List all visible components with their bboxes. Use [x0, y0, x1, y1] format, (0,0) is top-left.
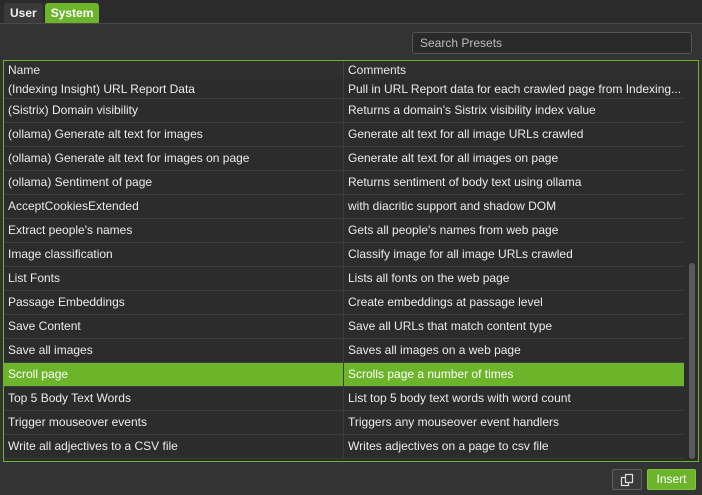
- presets-panel: Name Comments (Indexing Insight) URL Rep…: [0, 23, 702, 495]
- cell-name: Image classification: [4, 243, 344, 266]
- cell-name: Top 5 Body Text Words: [4, 387, 344, 410]
- table-row[interactable]: Top 5 Body Text Words List top 5 body tex…: [4, 387, 684, 411]
- cell-comments: Create embeddings at passage level: [348, 295, 543, 309]
- table-row[interactable]: Save all images Saves all images on a web…: [4, 339, 684, 363]
- column-header-comments[interactable]: Comments: [344, 61, 680, 79]
- table-body: (Indexing Insight) URL Report Data Pull i…: [4, 79, 684, 461]
- cell-name: Save all images: [4, 339, 344, 362]
- table-row[interactable]: (Indexing Insight) URL Report Data Pull i…: [4, 79, 684, 99]
- table-header: Name Comments: [4, 61, 698, 79]
- cell-comments: Writes adjectives on a page to csv file: [348, 439, 549, 453]
- insert-button[interactable]: Insert: [647, 469, 696, 490]
- cell-comments: Gets all people's names from web page: [348, 223, 559, 237]
- table-row[interactable]: Trigger mouseover events Triggers any mou…: [4, 411, 684, 435]
- cell-name: Passage Embeddings: [4, 291, 344, 314]
- table-row[interactable]: Extract people's names Gets all people's …: [4, 219, 684, 243]
- cell-name: Save Content: [4, 315, 344, 338]
- search-presets-input[interactable]: [412, 32, 692, 54]
- presets-table: Name Comments (Indexing Insight) URL Rep…: [3, 60, 699, 462]
- table-row[interactable]: (ollama) Generate alt text for images Gen…: [4, 123, 684, 147]
- table-row[interactable]: Scroll page Scrolls page a number of time…: [4, 363, 684, 387]
- cell-comments: Triggers any mouseover event handlers: [348, 415, 559, 429]
- cell-name: (ollama) Generate alt text for images: [4, 123, 344, 146]
- cell-comments: Returns a domain's Sistrix visibility in…: [348, 103, 596, 117]
- scrollbar-thumb[interactable]: [689, 263, 695, 459]
- cell-name: Write all adjectives to a CSV file: [4, 435, 344, 458]
- copy-button[interactable]: [612, 469, 642, 490]
- cell-name: Trigger mouseover events: [4, 411, 344, 434]
- cell-name: Scroll page: [4, 363, 344, 386]
- table-row[interactable]: Save Content Save all URLs that match con…: [4, 315, 684, 339]
- table-row[interactable]: Write all adjectives to a CSV file Writes…: [4, 435, 684, 459]
- cell-comments: Lists all fonts on the web page: [348, 271, 510, 285]
- cell-name: (Indexing Insight) URL Report Data: [4, 79, 344, 98]
- cell-name: (ollama) Generate alt text for images on…: [4, 147, 344, 170]
- cell-comments: Saves all images on a web page: [348, 343, 521, 357]
- cell-name: (ollama) Sentiment of page: [4, 171, 344, 194]
- table-row[interactable]: (ollama) Sentiment of page Returns sentim…: [4, 171, 684, 195]
- cell-name: List Fonts: [4, 267, 344, 290]
- cell-comments: Save all URLs that match content type: [348, 319, 553, 333]
- cell-name: Extract people's names: [4, 219, 344, 242]
- table-row[interactable]: List Fonts Lists all fonts on the web pag…: [4, 267, 684, 291]
- cell-comments: Classify image for all image URLs crawle…: [348, 247, 573, 261]
- tab-system[interactable]: System: [44, 3, 100, 24]
- table-row[interactable]: (Sistrix) Domain visibility Returns a dom…: [4, 99, 684, 123]
- table-row[interactable]: AcceptCookiesExtended with diacritic supp…: [4, 195, 684, 219]
- cell-comments: Pull in URL Report data for each crawled…: [348, 82, 682, 96]
- table-row[interactable]: (ollama) Generate alt text for images on…: [4, 147, 684, 171]
- cell-name: (Sistrix) Domain visibility: [4, 99, 344, 122]
- cell-comments: Scrolls page a number of times: [348, 367, 514, 381]
- cell-comments: Generate alt text for all image URLs cra…: [348, 127, 584, 141]
- copy-icon: [620, 473, 634, 486]
- cell-comments: Generate alt text for all images on page: [348, 151, 559, 165]
- table-row[interactable]: Image classification Classify image for a…: [4, 243, 684, 267]
- cell-comments: Returns sentiment of body text using oll…: [348, 175, 582, 189]
- cell-comments: List top 5 body text words with word cou…: [348, 391, 571, 405]
- tab-user[interactable]: User: [4, 3, 43, 24]
- cell-name: AcceptCookiesExtended: [4, 195, 344, 218]
- table-row[interactable]: Passage Embeddings Create embeddings at p…: [4, 291, 684, 315]
- vertical-scrollbar[interactable]: [686, 79, 698, 461]
- column-header-name[interactable]: Name: [4, 61, 344, 79]
- preset-tabs: User System: [4, 3, 100, 24]
- cell-comments: with diacritic support and shadow DOM: [348, 199, 557, 213]
